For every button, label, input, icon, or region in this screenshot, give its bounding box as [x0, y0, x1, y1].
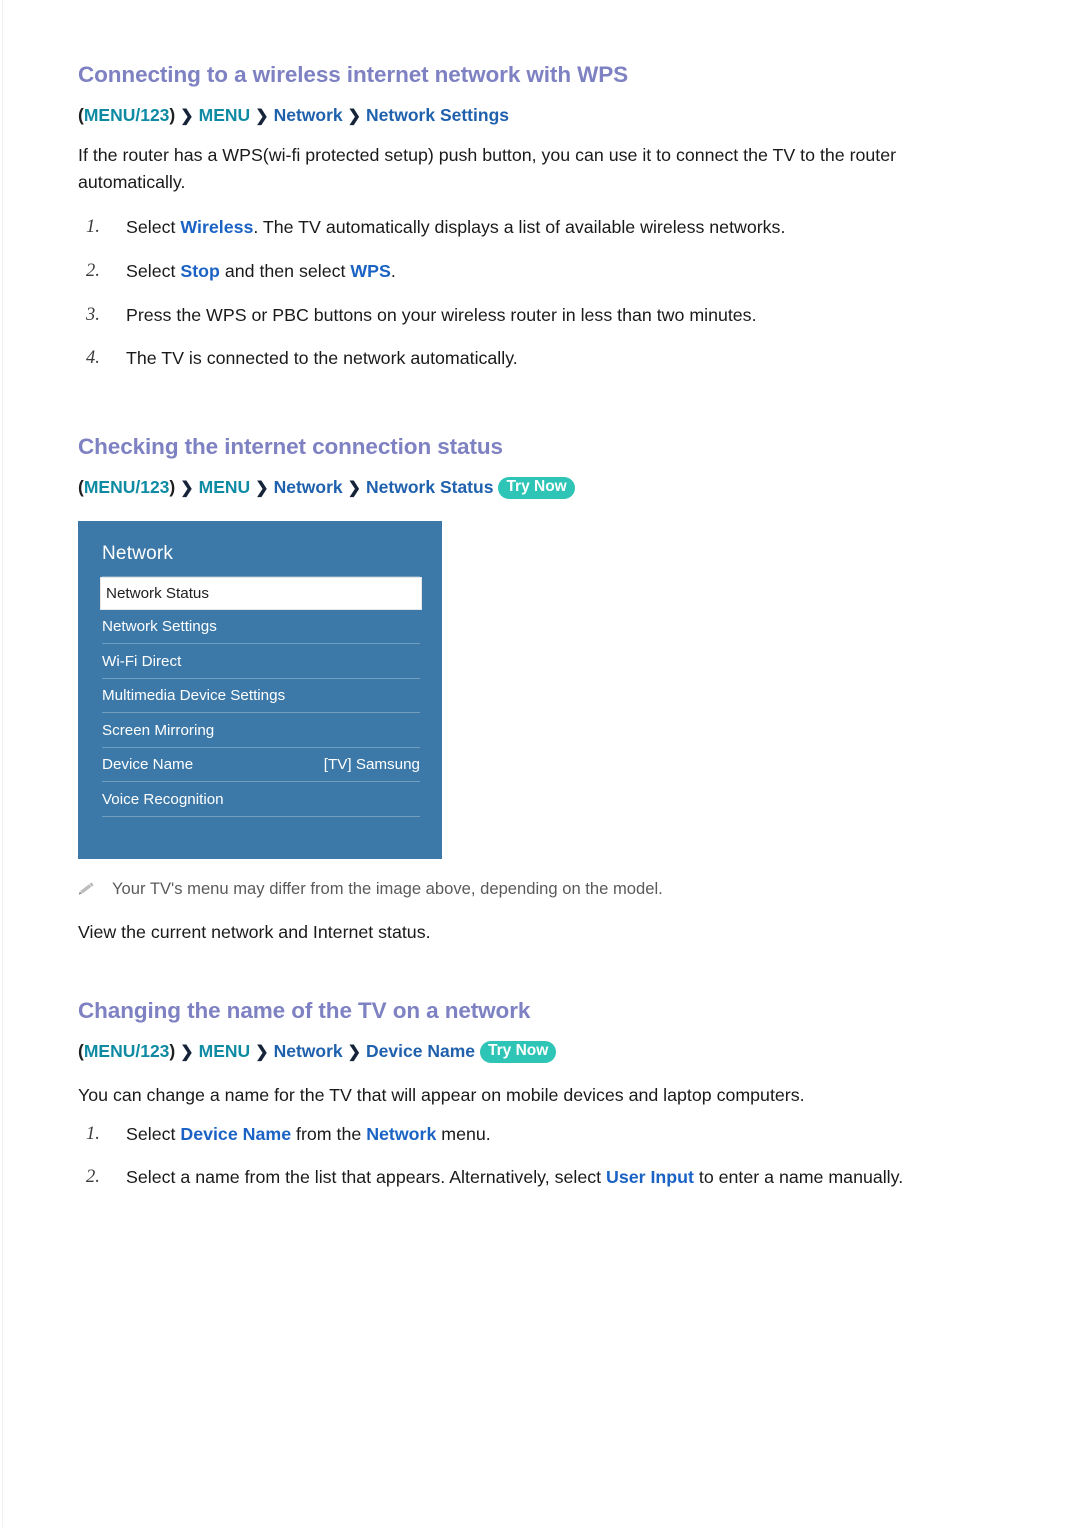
- breadcrumb-item-leaf[interactable]: Network Settings: [366, 105, 509, 125]
- keyword-stop[interactable]: Stop: [180, 261, 220, 281]
- tv-menu-item-multimedia-device-settings[interactable]: Multimedia Device Settings: [78, 679, 442, 713]
- tv-menu-item-label: Network Status: [106, 584, 209, 602]
- status-outro-paragraph: View the current network and Internet st…: [78, 921, 431, 942]
- step-number: 3.: [86, 304, 100, 325]
- tv-menu-item-network-settings[interactable]: Network Settings: [78, 610, 442, 644]
- keyword-network[interactable]: Network: [366, 1124, 436, 1144]
- breadcrumb-item-leaf[interactable]: Device Name: [366, 1041, 475, 1061]
- pencil-icon: [78, 877, 112, 902]
- step-number: 2.: [86, 260, 100, 281]
- tv-menu-item-label: Screen Mirroring: [102, 721, 215, 739]
- step-text-pre: Select: [126, 260, 181, 281]
- chevron-right-icon: ❯: [347, 480, 362, 498]
- wps-steps-list: 1. Select Wireless. The TV automatically …: [78, 214, 1018, 372]
- breadcrumb-item-network[interactable]: Network: [274, 105, 343, 125]
- breadcrumb-device-name: (MENU/123) ❯ MENU ❯ Network ❯ Device Name Try N…: [78, 1040, 1018, 1065]
- step-text: The TV is connected to the network autom…: [126, 348, 518, 369]
- keyword-wps[interactable]: WPS: [350, 261, 391, 281]
- document-content: Connecting to a wireless internet networ…: [78, 0, 1018, 1191]
- breadcrumb-item-leaf[interactable]: Network Status: [366, 477, 493, 497]
- tv-menu-title: Network: [102, 542, 174, 564]
- step-number: 1.: [86, 217, 100, 238]
- step-number: 2.: [86, 1167, 100, 1188]
- tv-menu-item-label: Wi-Fi Direct: [102, 652, 182, 670]
- list-item: 1. Select Wireless. The TV automatically …: [78, 214, 1018, 241]
- step-text-post: . The TV automatically displays a list o…: [253, 217, 786, 238]
- breadcrumb-item-menu123[interactable]: MENU/123: [84, 477, 170, 497]
- tv-menu-item-label: Network Settings: [102, 618, 217, 636]
- page-title-status: Checking the internet connection status: [78, 434, 503, 460]
- step-text-post: .: [390, 260, 396, 281]
- chevron-right-icon: ❯: [255, 108, 269, 125]
- tv-menu-item-network-status[interactable]: Network Status: [100, 576, 422, 610]
- note-text: Your TV's menu may differ from the image…: [112, 878, 663, 898]
- chevron-right-icon: ❯: [255, 1043, 269, 1061]
- step-text-post: menu.: [436, 1123, 491, 1144]
- page-left-edge: [2, 0, 3, 1527]
- tv-menu-item-label: Device Name: [102, 756, 194, 774]
- step-text-pre: Select: [126, 1123, 181, 1144]
- breadcrumb-item-network[interactable]: Network: [274, 1041, 343, 1061]
- tv-menu-item-value: [TV] Samsung: [323, 756, 420, 774]
- breadcrumb-item-menu[interactable]: MENU: [199, 105, 251, 125]
- step-text-pre: Select: [126, 217, 181, 238]
- list-item: 3. Press the WPS or PBC buttons on your w…: [78, 302, 1018, 329]
- breadcrumb-item-menu[interactable]: MENU: [199, 477, 251, 497]
- step-text: Press the WPS or PBC buttons on your wir…: [126, 304, 757, 325]
- step-number: 4.: [86, 348, 100, 369]
- list-item: 2. Select a name from the list that appea…: [78, 1164, 1018, 1191]
- step-text-mid: from the: [291, 1123, 367, 1144]
- wps-intro-paragraph: If the router has a WPS(wi-fi protected …: [78, 145, 897, 193]
- keyword-wireless[interactable]: Wireless: [180, 217, 253, 237]
- device-name-intro-paragraph: You can change a name for the TV that wi…: [78, 1084, 805, 1105]
- breadcrumb-item-menu123[interactable]: MENU/123: [84, 105, 170, 125]
- chevron-right-icon: ❯: [180, 108, 194, 125]
- step-number: 1.: [86, 1123, 100, 1144]
- list-item: 2. Select Stop and then select WPS.: [78, 258, 1018, 285]
- breadcrumb-network-settings: (MENU/123) ❯ MENU ❯ Network ❯ Network Settings: [78, 105, 1018, 126]
- breadcrumb-network-status: (MENU/123) ❯ MENU ❯ Network ❯ Network Status Tr…: [78, 477, 1018, 501]
- list-item: 4. The TV is connected to the network aut…: [78, 345, 1018, 372]
- step-text-pre: Select a name from the list that appears…: [126, 1167, 606, 1188]
- try-now-badge[interactable]: Try Now: [480, 1040, 557, 1063]
- tv-menu-item-label: Multimedia Device Settings: [102, 687, 286, 705]
- chevron-right-icon: ❯: [347, 1043, 362, 1061]
- tv-menu-item-screen-mirroring[interactable]: Screen Mirroring: [78, 713, 442, 747]
- chevron-right-icon: ❯: [347, 108, 362, 125]
- keyword-user-input[interactable]: User Input: [606, 1167, 694, 1187]
- step-text-post: to enter a name manually.: [693, 1167, 904, 1188]
- tv-network-menu-mock: Network Network Status Network Settings …: [78, 520, 442, 859]
- breadcrumb-item-menu[interactable]: MENU: [199, 1041, 251, 1061]
- tv-menu-item-wifi-direct[interactable]: Wi-Fi Direct: [78, 644, 442, 678]
- step-text-mid: and then select: [219, 260, 351, 281]
- chevron-right-icon: ❯: [180, 1043, 194, 1061]
- tv-menu-item-label: Voice Recognition: [102, 790, 224, 808]
- chevron-right-icon: ❯: [255, 480, 269, 498]
- page-title-device-name: Changing the name of the TV on a network: [78, 997, 531, 1023]
- keyword-device-name[interactable]: Device Name: [180, 1124, 291, 1144]
- note-row: Your TV's menu may differ from the image…: [78, 877, 1018, 902]
- chevron-right-icon: ❯: [180, 480, 194, 498]
- tv-menu-item-device-name[interactable]: Device Name [TV] Samsung: [78, 748, 442, 782]
- try-now-badge[interactable]: Try Now: [498, 477, 575, 499]
- device-name-steps-list: 1. Select Device Name from the Network me…: [78, 1121, 1018, 1191]
- list-item: 1. Select Device Name from the Network me…: [78, 1121, 1018, 1148]
- page-title-wps: Connecting to a wireless internet networ…: [78, 62, 629, 87]
- breadcrumb-item-menu123[interactable]: MENU/123: [84, 1041, 170, 1061]
- tv-menu-item-voice-recognition[interactable]: Voice Recognition: [78, 782, 442, 816]
- breadcrumb-item-network[interactable]: Network: [274, 477, 343, 497]
